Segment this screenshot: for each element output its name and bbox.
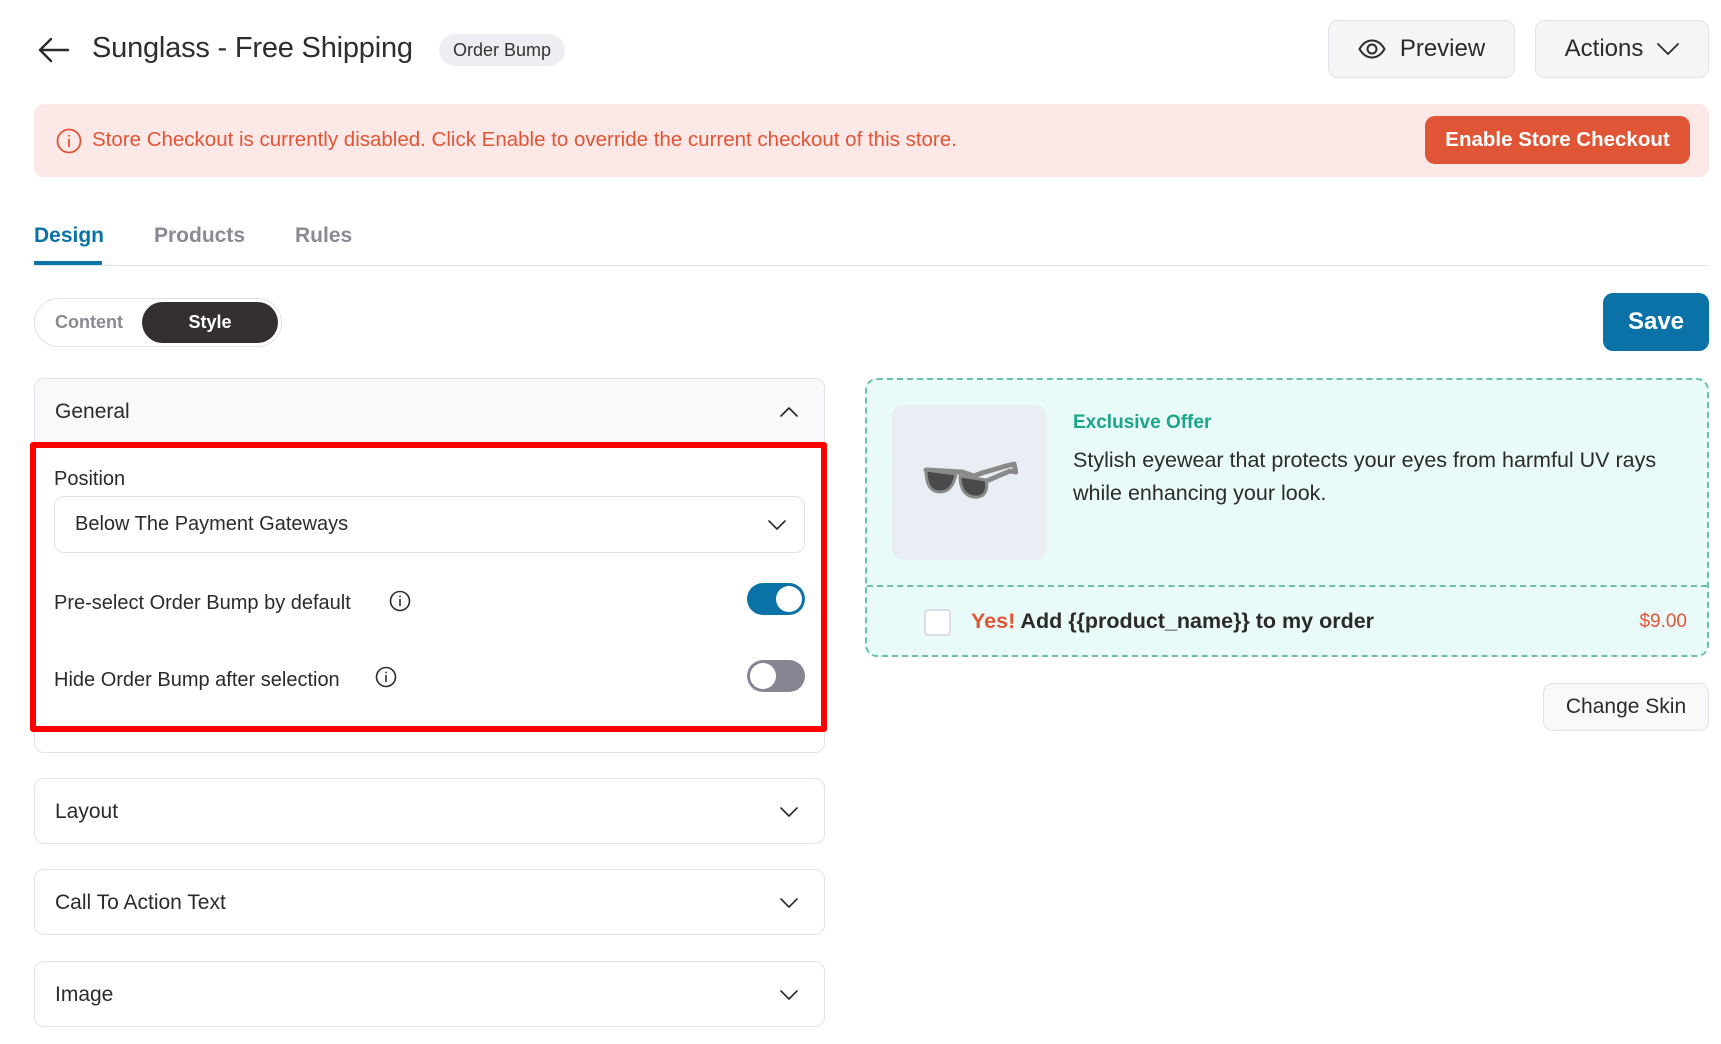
product-image [892, 405, 1047, 560]
tab-design[interactable]: Design [34, 224, 104, 248]
preselect-label: Pre-select Order Bump by default [54, 592, 351, 614]
enable-store-checkout-button[interactable]: Enable Store Checkout [1425, 116, 1690, 164]
offer-title: Exclusive Offer [1073, 412, 1212, 433]
offer-divider [867, 585, 1707, 587]
offer-cta-prefix: Yes! [971, 609, 1016, 633]
type-badge: Order Bump [439, 34, 566, 66]
tabs-divider [34, 265, 1709, 266]
preselect-toggle[interactable] [747, 583, 805, 615]
image-panel-title: Image [55, 983, 114, 1006]
call-to-action-panel[interactable]: Call To Action Text [34, 869, 825, 935]
cta-panel-title: Call To Action Text [55, 891, 226, 914]
chevron-down-icon [780, 898, 798, 908]
hide-after-selection-toggle[interactable] [747, 660, 805, 692]
general-panel-header[interactable]: General [35, 379, 824, 445]
page-title: Sunglass - Free Shipping [92, 32, 413, 64]
preview-button[interactable]: Preview [1328, 20, 1515, 78]
actions-label: Actions [1564, 35, 1644, 62]
layout-panel[interactable]: Layout [34, 778, 825, 844]
general-panel: General [34, 378, 825, 753]
chevron-down-icon [768, 519, 786, 530]
position-select[interactable]: Below The Payment Gateways [54, 496, 805, 553]
offer-checkbox[interactable] [924, 609, 951, 636]
tab-products[interactable]: Products [154, 224, 245, 248]
cta-panel-header[interactable]: Call To Action Text [35, 870, 824, 936]
info-icon[interactable] [389, 590, 411, 612]
offer-cta-text: Yes! Add {{product_name}} to my order [971, 609, 1374, 634]
offer-description: Stylish eyewear that protects your eyes … [1073, 448, 1657, 505]
save-button[interactable]: Save [1603, 293, 1709, 351]
chevron-up-icon [780, 406, 798, 417]
chevron-down-icon [780, 990, 798, 1000]
alert-message: Store Checkout is currently disabled. Cl… [92, 128, 957, 151]
store-checkout-alert: Store Checkout is currently disabled. Cl… [34, 104, 1709, 177]
preview-label: Preview [1399, 35, 1486, 62]
offer-cta-label: Add {{product_name}} to my order [1020, 609, 1375, 633]
toggle-knob [750, 663, 776, 689]
image-panel[interactable]: Image [34, 961, 825, 1027]
style-mode-option[interactable]: Style [142, 302, 278, 343]
eye-icon [1358, 39, 1386, 59]
layout-panel-header[interactable]: Layout [35, 779, 824, 845]
content-mode-option[interactable]: Content [39, 302, 139, 343]
position-value: Below The Payment Gateways [75, 513, 349, 535]
sunglasses-icon [923, 461, 1018, 499]
arrow-left-icon [38, 37, 70, 63]
layout-panel-title: Layout [55, 800, 119, 823]
content-style-switch: Content Style [34, 298, 282, 347]
order-bump-preview: Exclusive Offer Stylish eyewear that pro… [865, 378, 1709, 657]
general-panel-title: General [55, 399, 130, 423]
position-label: Position [54, 468, 126, 490]
hide-after-selection-label: Hide Order Bump after selection [54, 669, 340, 691]
info-circle-icon [56, 128, 82, 154]
offer-price: $9.00 [1639, 611, 1687, 632]
toggle-knob [776, 586, 802, 612]
tab-rules[interactable]: Rules [295, 224, 352, 248]
change-skin-button[interactable]: Change Skin [1543, 683, 1709, 731]
chevron-down-icon [780, 807, 798, 817]
actions-dropdown-button[interactable]: Actions [1535, 20, 1709, 78]
info-icon[interactable] [375, 666, 397, 688]
chevron-down-icon [1657, 43, 1680, 55]
image-panel-header[interactable]: Image [35, 962, 824, 1028]
active-tab-indicator [34, 261, 102, 265]
back-button[interactable] [34, 30, 74, 70]
